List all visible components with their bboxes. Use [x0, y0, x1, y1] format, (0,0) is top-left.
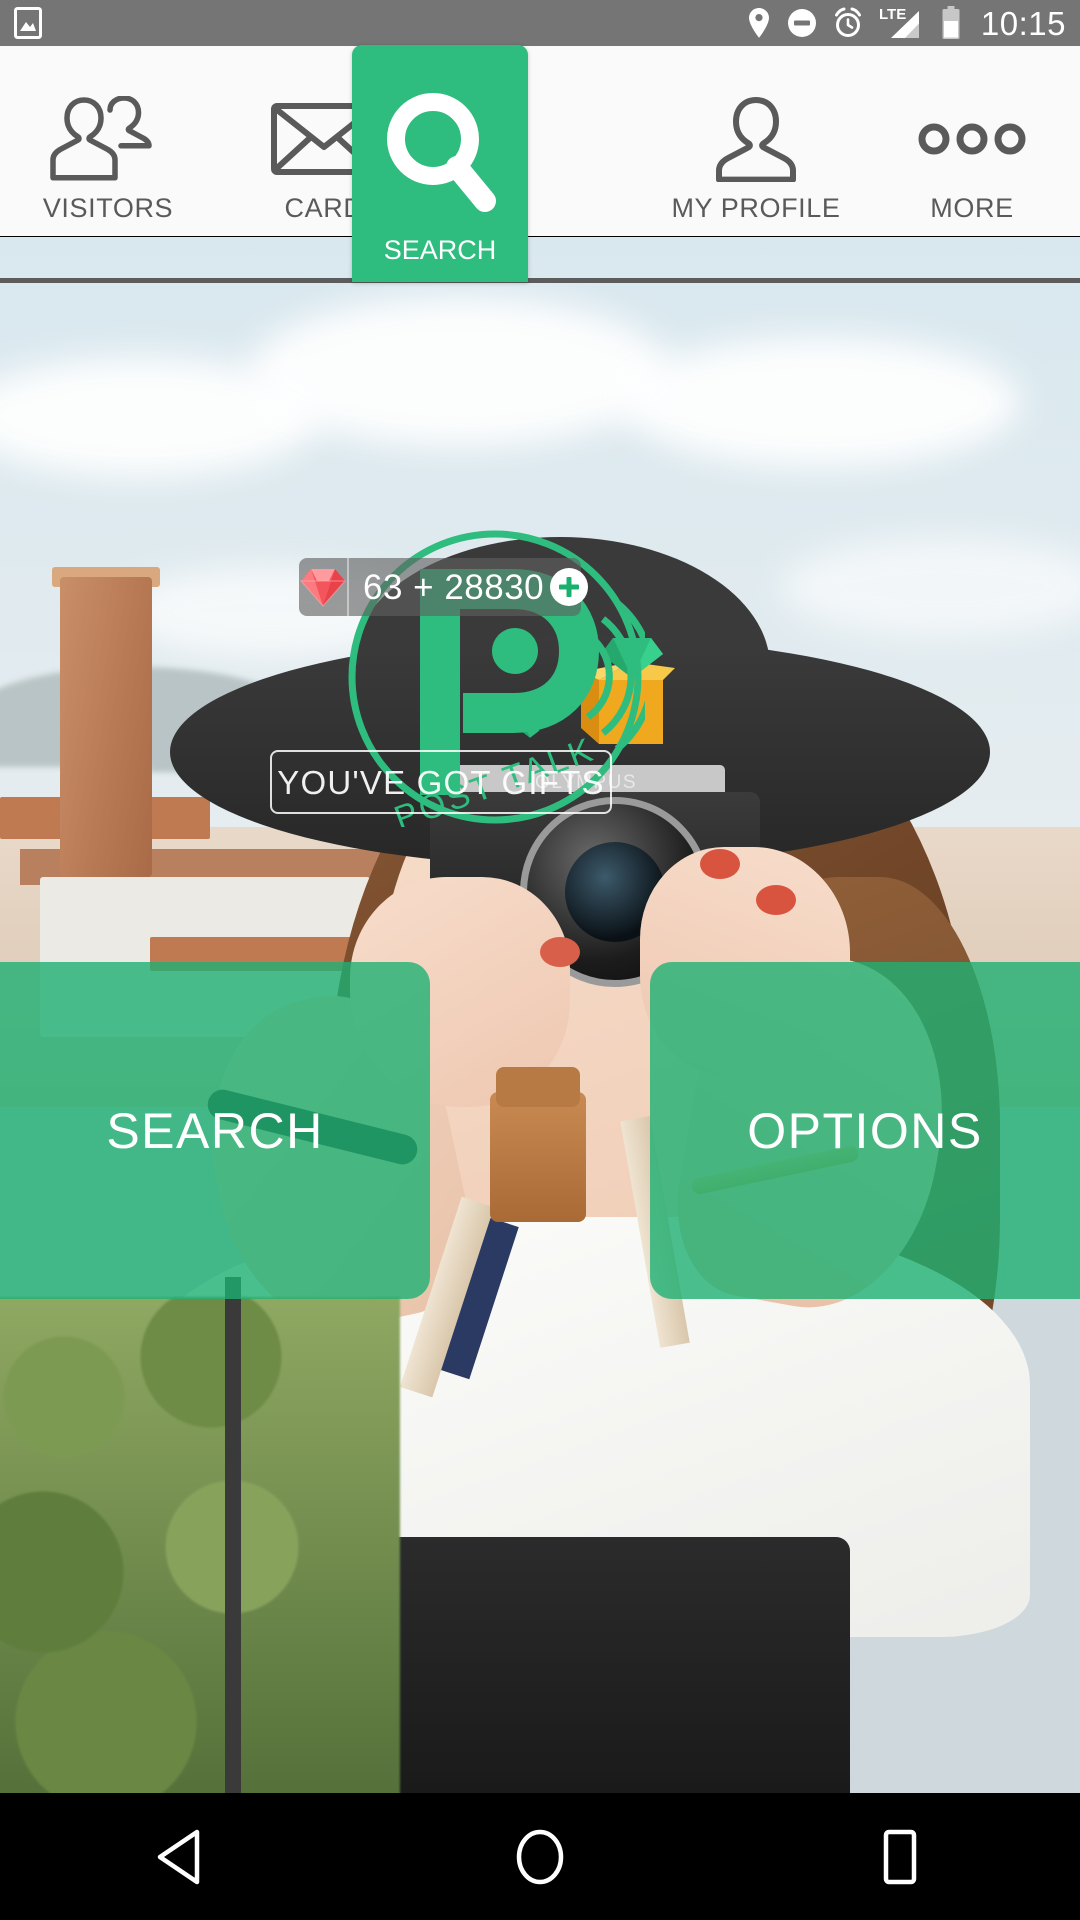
magnifier-icon: [377, 89, 503, 229]
tab-visitors-label: VISITORS: [42, 193, 174, 223]
search-action-label: SEARCH: [106, 1102, 324, 1159]
status-bar-right: LTE 10:15: [747, 5, 1066, 41]
status-bar-clock: 10:15: [980, 4, 1066, 42]
search-action-button[interactable]: SEARCH: [0, 962, 430, 1299]
tab-bar-divider: [0, 278, 1080, 283]
three-dots-icon: [917, 91, 1027, 187]
alarm-icon: [834, 7, 861, 37]
home-circle-icon: [516, 1829, 564, 1884]
green-gem-icon: [558, 703, 575, 714]
svg-text:LTE: LTE: [879, 6, 906, 23]
battery-icon: [942, 6, 960, 39]
action-buttons-row: SEARCH OPTIONS: [0, 962, 1080, 1299]
lte-signal-icon: LTE: [879, 6, 919, 38]
do-not-disturb-icon: [787, 9, 816, 37]
green-gem-icon: [520, 725, 540, 738]
tab-search[interactable]: SEARCH: [352, 45, 528, 282]
person-icon: [704, 91, 808, 187]
recents-square-icon: [883, 1829, 917, 1884]
tab-visitors[interactable]: VISITORS: [0, 46, 216, 236]
tab-more[interactable]: MORE: [864, 46, 1080, 236]
content-stage: OLYMPUS POST TALK 63 + 28830 YOU'VE GOT …: [0, 237, 1080, 1793]
tab-my-profile-label: MY PROFILE: [671, 193, 841, 223]
android-navigation-bar: [0, 1793, 1080, 1920]
nav-home-button[interactable]: [430, 1793, 650, 1920]
nav-back-button[interactable]: [70, 1793, 290, 1920]
options-action-label: OPTIONS: [747, 1102, 983, 1159]
two-people-icon: [48, 91, 168, 187]
options-action-button[interactable]: OPTIONS: [650, 962, 1080, 1299]
image-icon: [14, 7, 42, 39]
tab-search-label: SEARCH: [383, 235, 497, 265]
tab-my-profile[interactable]: MY PROFILE: [648, 46, 864, 236]
youve-got-gifts-button[interactable]: YOU'VE GOT GIFTS: [270, 750, 612, 814]
status-bar: LTE 10:15: [0, 0, 1080, 46]
back-triangle-icon: [157, 1829, 200, 1884]
location-icon: [748, 8, 769, 38]
main-tab-bar: VISITORS CARD MY PROFILE MORE SEARCH: [0, 45, 1080, 283]
nav-recents-button[interactable]: [790, 1793, 1010, 1920]
red-diamond-icon: [299, 558, 349, 616]
youve-got-gifts-label: YOU'VE GOT GIFTS: [277, 763, 605, 801]
gift-box-icon: [290, 632, 675, 762]
gem-count-label: 63 + 28830: [363, 567, 545, 607]
status-bar-left: [14, 7, 42, 39]
gem-counter-badge[interactable]: 63 + 28830: [299, 558, 589, 616]
plus-icon: [559, 577, 580, 597]
tab-more-label: MORE: [930, 193, 1014, 223]
add-gems-button[interactable]: [550, 568, 589, 606]
